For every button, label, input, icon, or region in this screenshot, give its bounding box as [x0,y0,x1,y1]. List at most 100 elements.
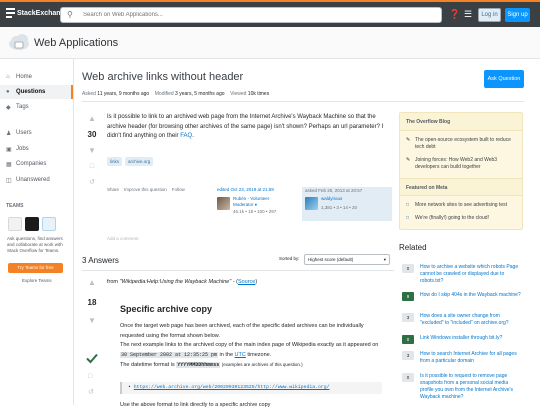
meta-item-label: More network sites to see advertising te… [415,202,507,208]
inbox-icon[interactable]: ☰ [464,8,472,20]
editor-role: Moderator ♦ [233,202,258,207]
question-body-end: . [192,133,194,139]
meta-item[interactable]: □ More network sites to see advertising … [400,199,522,212]
blog-item-label: Joining forces: How Web2 and Web3 develo… [415,157,498,170]
divider [82,101,524,102]
history-icon[interactable]: ↺ [88,388,94,398]
explore-teams-link[interactable]: Explore Teams [22,278,52,283]
tag-archive-org[interactable]: archive.org [125,157,154,166]
question-title[interactable]: Web archive links without header [82,71,472,83]
try-teams-button[interactable]: Try Teams for free [8,263,63,273]
ask-question-button[interactable]: Ask Question [484,70,524,88]
related-link[interactable]: How to search Internet Archive for all p… [420,351,523,365]
help-icon[interactable]: ❓ [449,8,460,20]
history-icon[interactable]: ↺ [82,178,102,188]
top-bar: StackExchange ⚲ ❓ ☰ Log in Sign up [0,0,540,27]
nav-item-label: Companies [16,161,47,167]
asked-time: asked Feb 25, 2013 at 20:57 [305,188,363,193]
nav-item-label: Unanswered [16,177,50,183]
downvote-icon[interactable]: ▼ [82,146,102,156]
people-icon [42,217,56,231]
related-link[interactable]: Link Windows installer through bit.ly? [420,335,523,342]
search-icon: ⚲ [67,10,73,19]
downvote-icon[interactable]: ▼ [82,316,102,326]
answer-paragraph: Once the target web page has been archiv… [120,323,364,339]
nav-item-questions[interactable]: ● Questions [0,85,73,99]
sort-select-value: Highest score (default) [308,257,354,262]
modified-value[interactable]: 3 years, 5 months ago [175,91,224,97]
upvote-icon[interactable]: ▲ [82,114,102,124]
teams-description: Ask questions, find answers and collabor… [7,236,63,253]
answers-heading: 3 Answers [82,256,119,265]
nav-item-tags[interactable]: ◆ Tags [0,100,73,114]
from-prefix: from [107,279,118,285]
nav-item-jobs[interactable]: ▣ Jobs [0,142,73,156]
nav-item-users[interactable]: ♟ Users [0,126,73,140]
related-score: 0 [402,373,414,382]
related-score: 9 [402,292,414,301]
related-score: 3 [402,351,414,360]
modified-label: Modified [154,91,174,97]
question-body-text: Is it possible to link to an archived we… [107,114,384,139]
signup-button[interactable]: Sign up [505,8,530,22]
globe-icon: ● [6,89,10,95]
source-link[interactable]: Source [238,279,255,285]
question-tags: links archive.org [107,157,154,166]
answer-heading: Specific archive copy [120,304,213,314]
blog-item[interactable]: ✎ Joining forces: How Web2 and Web3 deve… [400,154,522,174]
related-heading: Related [399,243,427,252]
site-name[interactable]: Web Applications [34,37,118,49]
answer-paragraph: Use the above format to link directly to… [120,402,271,408]
related-link[interactable]: How to archive a website which robots Pa… [420,264,523,285]
question-post-menu: Share Improve this question Follow [107,187,185,192]
nav-item-label: Questions [16,89,46,95]
home-icon: ⌂ [6,74,10,80]
search-input[interactable] [83,9,433,21]
related-link[interactable]: How does a site owner change from "exclu… [420,313,523,327]
bookmark-icon[interactable]: □ [82,162,102,172]
login-button[interactable]: Log in [478,8,501,22]
question-vote-column: ▲ 30 ▼ □ ↺ [82,114,102,188]
answer-text: timezone. [247,351,272,358]
blog-item[interactable]: ✎ The open-source ecosystem built to red… [400,134,522,154]
editor-reputation: 46.1k • 18 • 100 • 297 [233,209,277,214]
question-meta: Asked 11 years, 9 months ago Modified 3 … [82,91,269,97]
source-dash: - ( [231,279,238,285]
edited-time-link[interactable]: edited Oct 23, 2019 at 21:59 [217,187,274,192]
add-comment-link[interactable]: Add a comment [107,236,139,241]
answer-paragraph: The next example links to the archived c… [120,342,379,348]
source-end: ) [255,279,258,285]
sort-select[interactable]: Highest score (default) ▾ [304,254,390,265]
asker-name[interactable]: waldyrious [321,196,342,203]
improve-question-link[interactable]: Improve this question [124,187,167,192]
viewed-label: Viewed [230,91,247,97]
share-link[interactable]: Share [107,187,119,192]
web-applications-logo-icon[interactable] [8,31,30,53]
answer-score: 18 [87,298,97,307]
asker-signature: asked Feb 25, 2013 at 20:57 waldyrious 1… [302,187,392,221]
asker-avatar[interactable] [305,197,318,210]
utc-link[interactable]: UTC [235,352,246,358]
inbox-tray-icon: ◫ [6,177,12,184]
divider [82,270,394,271]
bookmark-icon[interactable]: □ [88,372,92,382]
chevron-down-icon: ▾ [383,257,386,262]
tag-links[interactable]: links [107,157,123,166]
accepted-check-icon [86,353,98,364]
meta-item[interactable]: □ We're (finally!) going to the cloud! [400,212,522,225]
faq-link[interactable]: FAQ [180,133,192,139]
example-url-link[interactable]: https://web.archive.org/web/200209301235… [134,385,330,390]
related-link[interactable]: How do I skip 404s in the Wayback machin… [420,292,523,299]
nav-item-label: Home [16,74,33,80]
chat-bubble-icon: □ [406,202,410,208]
upvote-icon[interactable]: ▲ [82,278,102,288]
search-box[interactable]: ⚲ [60,7,442,23]
nav-item-companies[interactable]: ▦ Companies [0,157,73,171]
pencil-icon: ✎ [406,157,411,163]
follow-link[interactable]: Follow [172,187,185,192]
nav-item-unanswered[interactable]: ◫ Unanswered [0,173,73,187]
editor-avatar[interactable] [217,197,230,210]
nav-item-label: Jobs [16,146,29,152]
nav-item-home[interactable]: ⌂ Home [0,70,73,84]
related-link[interactable]: Is it possible to request to remove page… [420,373,523,401]
